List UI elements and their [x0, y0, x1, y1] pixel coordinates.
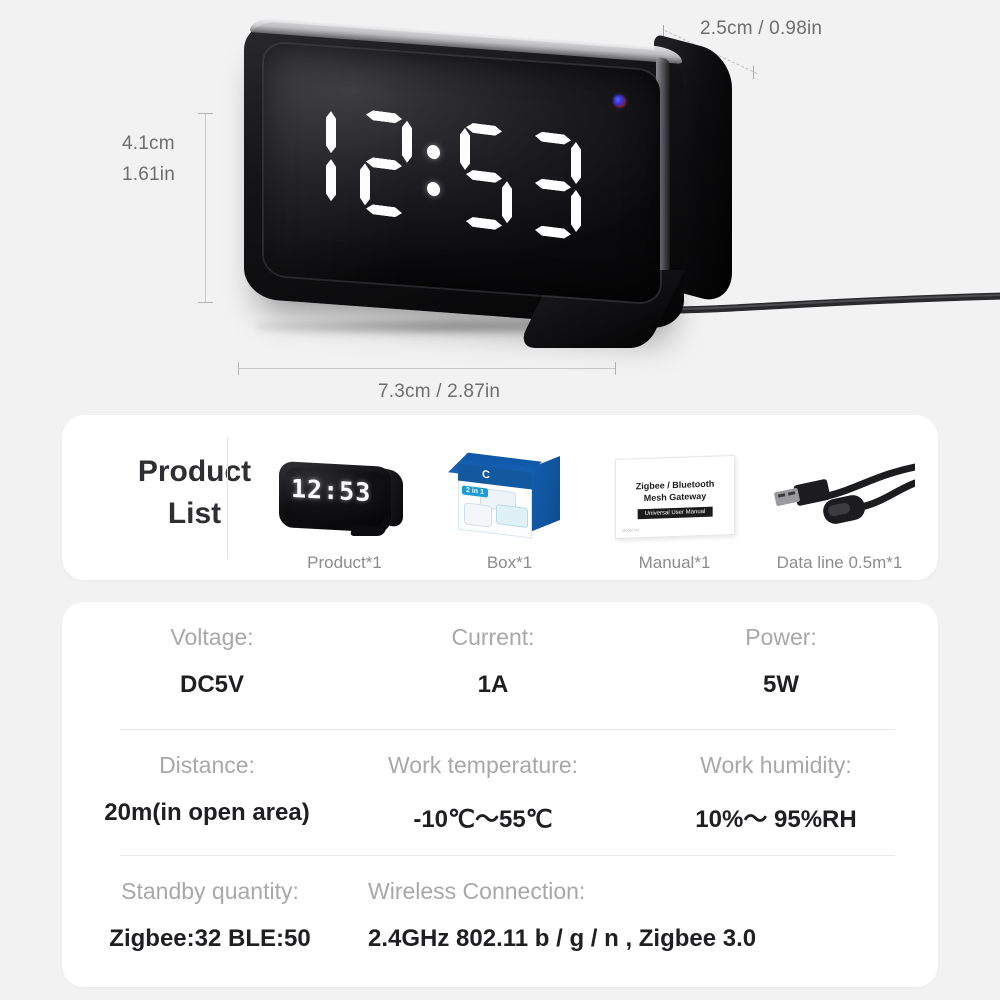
spec-row: Standby quantity: Zigbee:32 BLE:50 Wirel…	[62, 878, 938, 953]
spec-key: Power:	[745, 624, 817, 650]
product-spec-page: 4.1cm 1.61in 2.5cm / 0.98in 7.3cm / 2.87…	[0, 0, 1000, 1000]
height-measure-line	[198, 113, 213, 303]
product-list-title-line1: Product	[137, 455, 252, 488]
spec-row: Voltage: DC5V Current: 1A Power: 5W	[62, 624, 938, 699]
spec-value: 10%～ 95%RH	[695, 806, 857, 833]
spec-cell-distance: Distance: 20m(in open area)	[62, 752, 352, 834]
spec-cell-voltage: Voltage: DC5V	[62, 624, 362, 699]
spec-key: Wireless Connection:	[368, 878, 586, 904]
list-item: Zigbee / Bluetooth Mesh Gateway Universa…	[592, 451, 757, 573]
product-list-items: 12:53 Product*1 C 2 in 1 Box*1 Zigbee / …	[262, 425, 922, 573]
spec-key: Standby quantity:	[121, 878, 299, 904]
manual-cover-title-line2: Mesh Gateway	[643, 490, 706, 504]
box-logo-text: C	[481, 468, 490, 482]
digit-minute-tens	[457, 121, 511, 232]
list-item: C 2 in 1 Box*1	[427, 451, 592, 573]
spec-value: DC5V	[179, 671, 245, 698]
product-list-item-label: Product*1	[307, 553, 382, 572]
manual-cover-badge: Universal User Manual	[637, 506, 712, 520]
height-dimension-in: 1.61in	[122, 164, 175, 185]
spec-row: Distance: 20m(in open area) Work tempera…	[62, 752, 938, 834]
device-display-screen	[264, 42, 660, 304]
manual-cover-title: Zigbee / Bluetooth Mesh Gateway	[616, 477, 734, 505]
clock-device-image	[236, 16, 1000, 348]
spec-key: Work humidity:	[700, 752, 852, 778]
spec-value: 2.4GHz 802.11 b / g / n , Zigbee 3.0	[368, 925, 757, 952]
spec-value: 5W	[763, 671, 799, 698]
width-measure-line	[238, 362, 616, 375]
list-item: 12:53 Product*1	[262, 451, 427, 573]
hero-product-photo: 4.1cm 1.61in 2.5cm / 0.98in 7.3cm / 2.87…	[0, 0, 1000, 405]
spec-divider	[120, 729, 895, 730]
manual-booklet-thumb-icon: Zigbee / Bluetooth Mesh Gateway Universa…	[614, 451, 735, 543]
product-list-title: Product List	[122, 451, 267, 535]
spec-value: Zigbee:32 BLE:50	[109, 925, 311, 952]
product-list-item-label: Manual*1	[638, 553, 711, 572]
spec-value: 20m(in open area)	[104, 799, 310, 826]
digit-hour-ones	[357, 108, 411, 219]
spec-cell-power: Power: 5W	[624, 624, 938, 699]
usb-cable-thumb-icon	[765, 451, 915, 543]
spec-key: Current:	[451, 624, 535, 650]
retail-box-thumb-icon: C 2 in 1	[447, 451, 566, 543]
clock-device-thumb-icon: 12:53	[278, 451, 411, 543]
product-list-divider	[227, 437, 228, 559]
digit-minute-ones	[526, 130, 580, 241]
product-list-card: Product List 12:53 Product*1 C 2 in 1 Bo…	[62, 415, 938, 580]
spec-cell-wireless-connection: Wireless Connection: 2.4GHz 802.11 b / g…	[358, 878, 918, 953]
spec-key: Distance:	[159, 752, 255, 778]
list-item: Data line 0.5m*1	[757, 451, 922, 573]
spec-cell-current: Current: 1A	[362, 624, 624, 699]
manual-cover-title-line1: Zigbee / Bluetooth	[635, 478, 714, 492]
specifications-card: Voltage: DC5V Current: 1A Power: 5W Dist…	[62, 602, 938, 987]
product-list-item-label: Box*1	[486, 553, 533, 572]
spec-value: 1A	[477, 671, 509, 698]
status-led-icon	[613, 94, 626, 109]
colon-separator	[426, 117, 442, 223]
spec-cell-work-temperature: Work temperature: -10℃～55℃	[352, 752, 614, 834]
spec-cell-work-humidity: Work humidity: 10%～ 95%RH	[614, 752, 938, 834]
spec-key: Voltage:	[170, 624, 254, 650]
product-list-title-line2: List	[167, 497, 222, 530]
product-list-item-label: Data line 0.5m*1	[776, 553, 903, 572]
manual-cover-model: Model No.	[621, 527, 640, 533]
spec-divider	[120, 855, 895, 856]
width-dimension-label: 7.3cm / 2.87in	[378, 381, 501, 402]
digit-hour-tens	[320, 104, 342, 211]
mini-clock-time: 12:53	[290, 473, 371, 508]
spec-cell-standby-quantity: Standby quantity: Zigbee:32 BLE:50	[62, 878, 358, 953]
height-dimension-cm: 4.1cm	[122, 133, 175, 154]
spec-key: Work temperature:	[387, 752, 579, 778]
height-dimension-label: 4.1cm 1.61in	[122, 128, 175, 190]
spec-value: -10℃～55℃	[413, 806, 553, 833]
